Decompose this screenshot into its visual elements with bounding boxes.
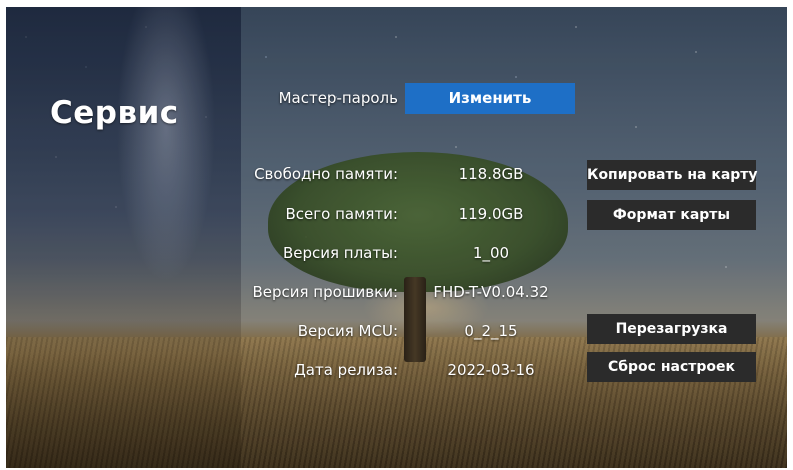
page-title: Сервис xyxy=(50,95,179,131)
total-memory-value: 119.0GB xyxy=(458,205,524,223)
board-version-value: 1_00 xyxy=(472,244,510,262)
format-card-button[interactable]: Формат карты xyxy=(587,200,756,230)
service-screen: Сервис Мастер-пароль Изменить Свободно п… xyxy=(6,7,787,468)
copy-to-card-button[interactable]: Копировать на карту xyxy=(587,160,758,190)
free-memory-label: Свободно памяти: xyxy=(254,165,398,183)
release-date-label: Дата релиза: xyxy=(294,361,398,379)
total-memory-label: Всего памяти: xyxy=(285,205,398,223)
right-panel xyxy=(241,7,787,468)
reboot-button[interactable]: Перезагрузка xyxy=(587,314,756,344)
free-memory-value: 118.8GB xyxy=(458,165,524,183)
firmware-version-value: FHD-T-V0.04.32 xyxy=(433,283,549,301)
left-panel xyxy=(6,7,241,468)
release-date-value: 2022-03-16 xyxy=(447,361,535,379)
change-password-button[interactable]: Изменить xyxy=(405,83,575,114)
reset-settings-button[interactable]: Сброс настроек xyxy=(587,352,756,382)
master-password-label: Мастер-пароль xyxy=(278,89,398,107)
firmware-version-label: Версия прошивки: xyxy=(252,283,398,301)
mcu-version-label: Версия MCU: xyxy=(297,322,398,340)
board-version-label: Версия платы: xyxy=(282,244,398,262)
mcu-version-value: 0_2_15 xyxy=(464,322,518,340)
